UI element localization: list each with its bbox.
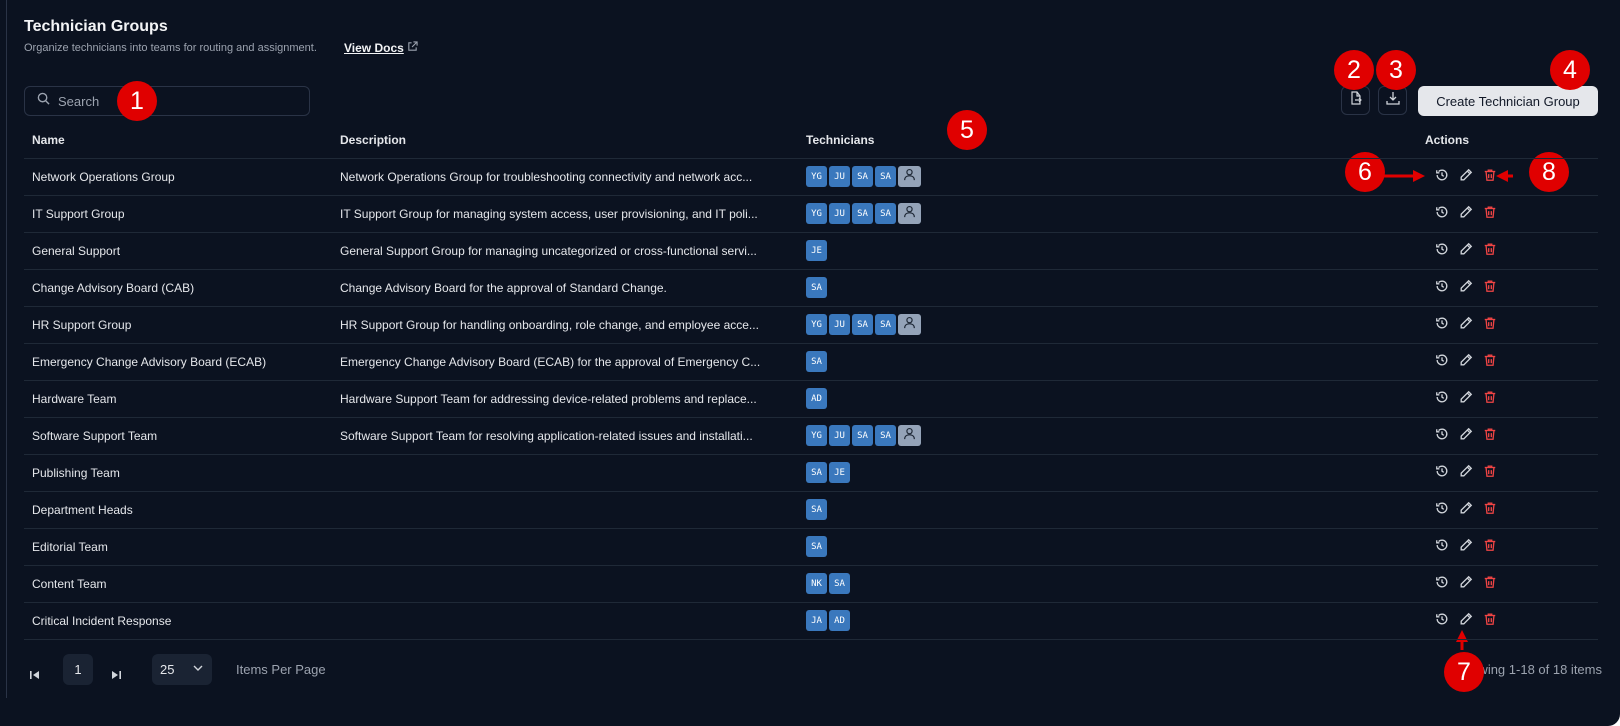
annotation-marker-4: 4 xyxy=(1550,50,1590,90)
annotation-arrows xyxy=(1382,170,1513,650)
row-divider xyxy=(24,528,1598,529)
row-divider xyxy=(24,343,1598,344)
arrow-6 xyxy=(1382,170,1425,182)
arrow-7 xyxy=(1456,630,1468,650)
row-divider xyxy=(24,269,1598,270)
row-divider xyxy=(24,491,1598,492)
row-divider xyxy=(24,639,1598,640)
row-divider xyxy=(24,195,1598,196)
annotation-marker-5: 5 xyxy=(947,110,987,150)
row-divider xyxy=(24,454,1598,455)
main-panel: Technician Groups Organize technicians i… xyxy=(0,0,1620,726)
row-divider xyxy=(24,306,1598,307)
header-divider xyxy=(24,158,1598,159)
annotation-marker-7: 7 xyxy=(1444,652,1484,692)
row-divider xyxy=(24,380,1598,381)
annotation-marker-3: 3 xyxy=(1376,50,1416,90)
row-divider xyxy=(24,417,1598,418)
annotation-marker-1: 1 xyxy=(117,81,157,121)
row-divider xyxy=(24,602,1598,603)
row-divider xyxy=(24,232,1598,233)
annotation-marker-2: 2 xyxy=(1334,50,1374,90)
arrow-8 xyxy=(1496,170,1513,182)
row-divider xyxy=(24,565,1598,566)
